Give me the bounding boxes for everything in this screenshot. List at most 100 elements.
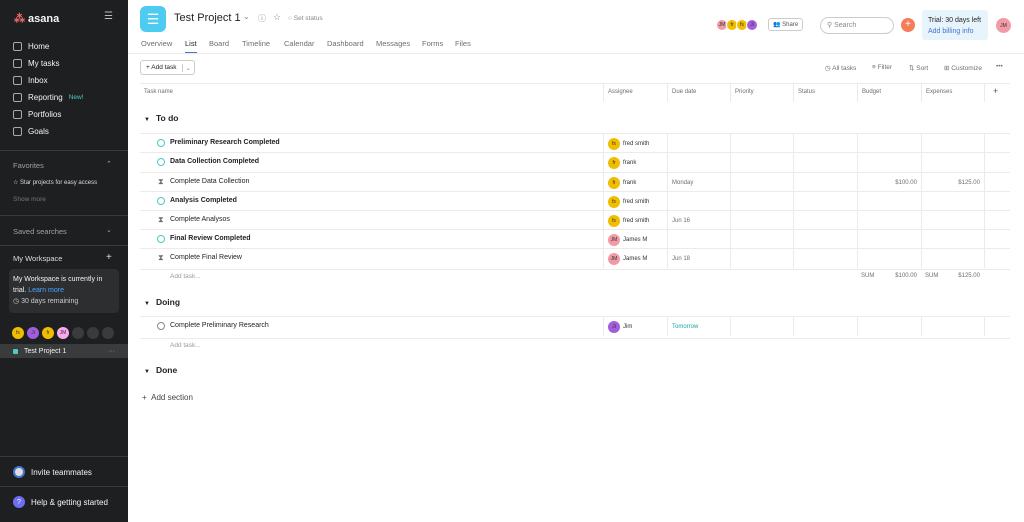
caret-down-icon[interactable]: ▼ (144, 369, 150, 375)
member-avatar[interactable]: Ji (27, 327, 39, 339)
table-row[interactable]: ⧗ Complete Final Review JM James M Jun 18 (140, 248, 1010, 268)
milestone-icon[interactable] (157, 139, 165, 147)
task-name[interactable]: Preliminary Research Completed (170, 139, 280, 146)
due-date-cell[interactable]: Jun 18 (667, 249, 730, 268)
assignee-cell[interactable]: fs fred smith (603, 134, 667, 153)
sidebar-item-inbox[interactable]: Inbox (13, 76, 48, 85)
add-billing-link[interactable]: Add billing info (928, 26, 982, 37)
hourglass-icon[interactable]: ⧗ (158, 253, 164, 263)
sidebar-item-reporting[interactable]: Reporting New! (13, 93, 84, 102)
column-header-assignee[interactable]: Assignee (603, 84, 667, 102)
user-avatar[interactable]: JM (996, 18, 1011, 33)
status-cell[interactable] (793, 317, 857, 336)
assignee-cell[interactable]: fs fred smith (603, 211, 667, 230)
chevron-down-icon[interactable]: ⌄ (181, 63, 194, 72)
table-row[interactable]: Complete Preliminary Research Ji Jim Tomorr… (140, 316, 1010, 336)
caret-down-icon[interactable]: ▼ (144, 301, 150, 307)
star-icon[interactable]: ☆ (273, 12, 281, 23)
header-member-avatars[interactable]: JM fr fs Ji (716, 19, 758, 31)
chevron-down-icon[interactable]: ⌄ (243, 12, 250, 21)
assignee-cell[interactable]: Ji Jim (603, 317, 667, 336)
assignee-cell[interactable]: fr frank (603, 153, 667, 172)
tab-dashboard[interactable]: Dashboard (327, 39, 364, 48)
learn-more-link[interactable]: Learn more (28, 287, 64, 294)
tab-calendar[interactable]: Calendar (284, 39, 314, 48)
assignee-cell[interactable]: JM James M (603, 249, 667, 268)
table-row[interactable]: Data Collection Completed fr frank (140, 152, 1010, 172)
priority-cell[interactable] (730, 173, 793, 192)
tab-overview[interactable]: Overview (141, 39, 172, 48)
budget-cell[interactable]: $100.00 (857, 173, 921, 192)
table-row[interactable]: Analysis Completed fs fred smith (140, 191, 1010, 211)
milestone-icon[interactable] (157, 235, 165, 243)
info-icon[interactable]: ⓘ (258, 13, 266, 24)
member-avatar[interactable]: JM (57, 327, 69, 339)
due-date-cell[interactable] (667, 192, 730, 211)
priority-cell[interactable] (730, 153, 793, 172)
status-cell[interactable] (793, 173, 857, 192)
task-name[interactable]: Complete Analysos (170, 216, 230, 223)
sidebar-item-home[interactable]: Home (13, 42, 49, 51)
expenses-cell[interactable]: $125.00 (921, 173, 984, 192)
member-avatar[interactable]: Ji (746, 19, 758, 31)
all-tasks-button[interactable]: ◷ All tasks (825, 64, 856, 72)
task-name[interactable]: Data Collection Completed (170, 158, 259, 165)
due-date-cell[interactable] (667, 230, 730, 249)
sidebar-item-portfolios[interactable]: Portfolios (13, 110, 61, 119)
complete-check-icon[interactable] (157, 322, 165, 330)
priority-cell[interactable] (730, 249, 793, 268)
due-date-cell[interactable]: Monday (667, 173, 730, 192)
filter-button[interactable]: ≡ Filter (872, 64, 892, 71)
column-header-budget[interactable]: Budget (857, 84, 921, 102)
task-name[interactable]: Complete Data Collection (170, 178, 249, 185)
budget-cell[interactable] (857, 211, 921, 230)
tab-messages[interactable]: Messages (376, 39, 410, 48)
table-row[interactable]: ⧗ Complete Analysos fs fred smith Jun 16 (140, 210, 1010, 230)
budget-cell[interactable] (857, 134, 921, 153)
table-row[interactable]: Final Review Completed JM James M (140, 229, 1010, 249)
column-header-due-date[interactable]: Due date (667, 84, 730, 102)
section-header[interactable]: ▼ Done (144, 365, 177, 375)
show-more-link[interactable]: Show more (13, 196, 46, 203)
column-header-add[interactable]: + (984, 84, 1010, 102)
expenses-cell[interactable] (921, 230, 984, 249)
expenses-cell[interactable] (921, 317, 984, 336)
expenses-cell[interactable] (921, 192, 984, 211)
tab-board[interactable]: Board (209, 39, 229, 48)
member-avatar[interactable]: fs (12, 327, 24, 339)
add-section-button[interactable]: + Add section (142, 393, 193, 402)
tab-list[interactable]: List (185, 39, 197, 54)
priority-cell[interactable] (730, 211, 793, 230)
column-header-expenses[interactable]: Expenses (921, 84, 984, 102)
task-name[interactable]: Complete Preliminary Research (170, 322, 269, 329)
priority-cell[interactable] (730, 192, 793, 211)
tab-timeline[interactable]: Timeline (242, 39, 270, 48)
search-input[interactable]: ⚲ Search (820, 17, 894, 34)
sort-button[interactable]: ⇅ Sort (909, 64, 928, 72)
assignee-cell[interactable]: fr frank (603, 173, 667, 192)
set-status-button[interactable]: ○ Set status (288, 15, 323, 22)
favorites-heading[interactable]: Favorites (13, 161, 44, 170)
tab-forms[interactable]: Forms (422, 39, 443, 48)
more-options-button[interactable]: ••• (996, 63, 1003, 70)
column-header-status[interactable]: Status (793, 84, 857, 102)
project-title[interactable]: Test Project 1 (174, 12, 241, 24)
asana-logo[interactable]: ⁂ asana (14, 12, 59, 26)
help-button[interactable]: ? Help & getting started (13, 496, 108, 508)
due-date-cell[interactable]: Tomorrow (667, 317, 730, 336)
expenses-cell[interactable] (921, 211, 984, 230)
share-button[interactable]: 👥 Share (768, 18, 804, 31)
task-name[interactable]: Final Review Completed (170, 235, 251, 242)
assignee-cell[interactable]: fs fred smith (603, 192, 667, 211)
sidebar-project-test-project-1[interactable]: Test Project 1 ··· (0, 344, 128, 358)
status-cell[interactable] (793, 249, 857, 268)
quick-add-button[interactable]: + (901, 18, 915, 32)
expenses-cell[interactable] (921, 153, 984, 172)
chevron-up-icon[interactable]: ⌃ (106, 160, 112, 168)
chevron-down-icon[interactable]: ⌄ (106, 226, 112, 234)
expenses-cell[interactable] (921, 134, 984, 153)
priority-cell[interactable] (730, 134, 793, 153)
priority-cell[interactable] (730, 230, 793, 249)
status-cell[interactable] (793, 211, 857, 230)
add-task-link[interactable]: Add task... (170, 273, 201, 280)
